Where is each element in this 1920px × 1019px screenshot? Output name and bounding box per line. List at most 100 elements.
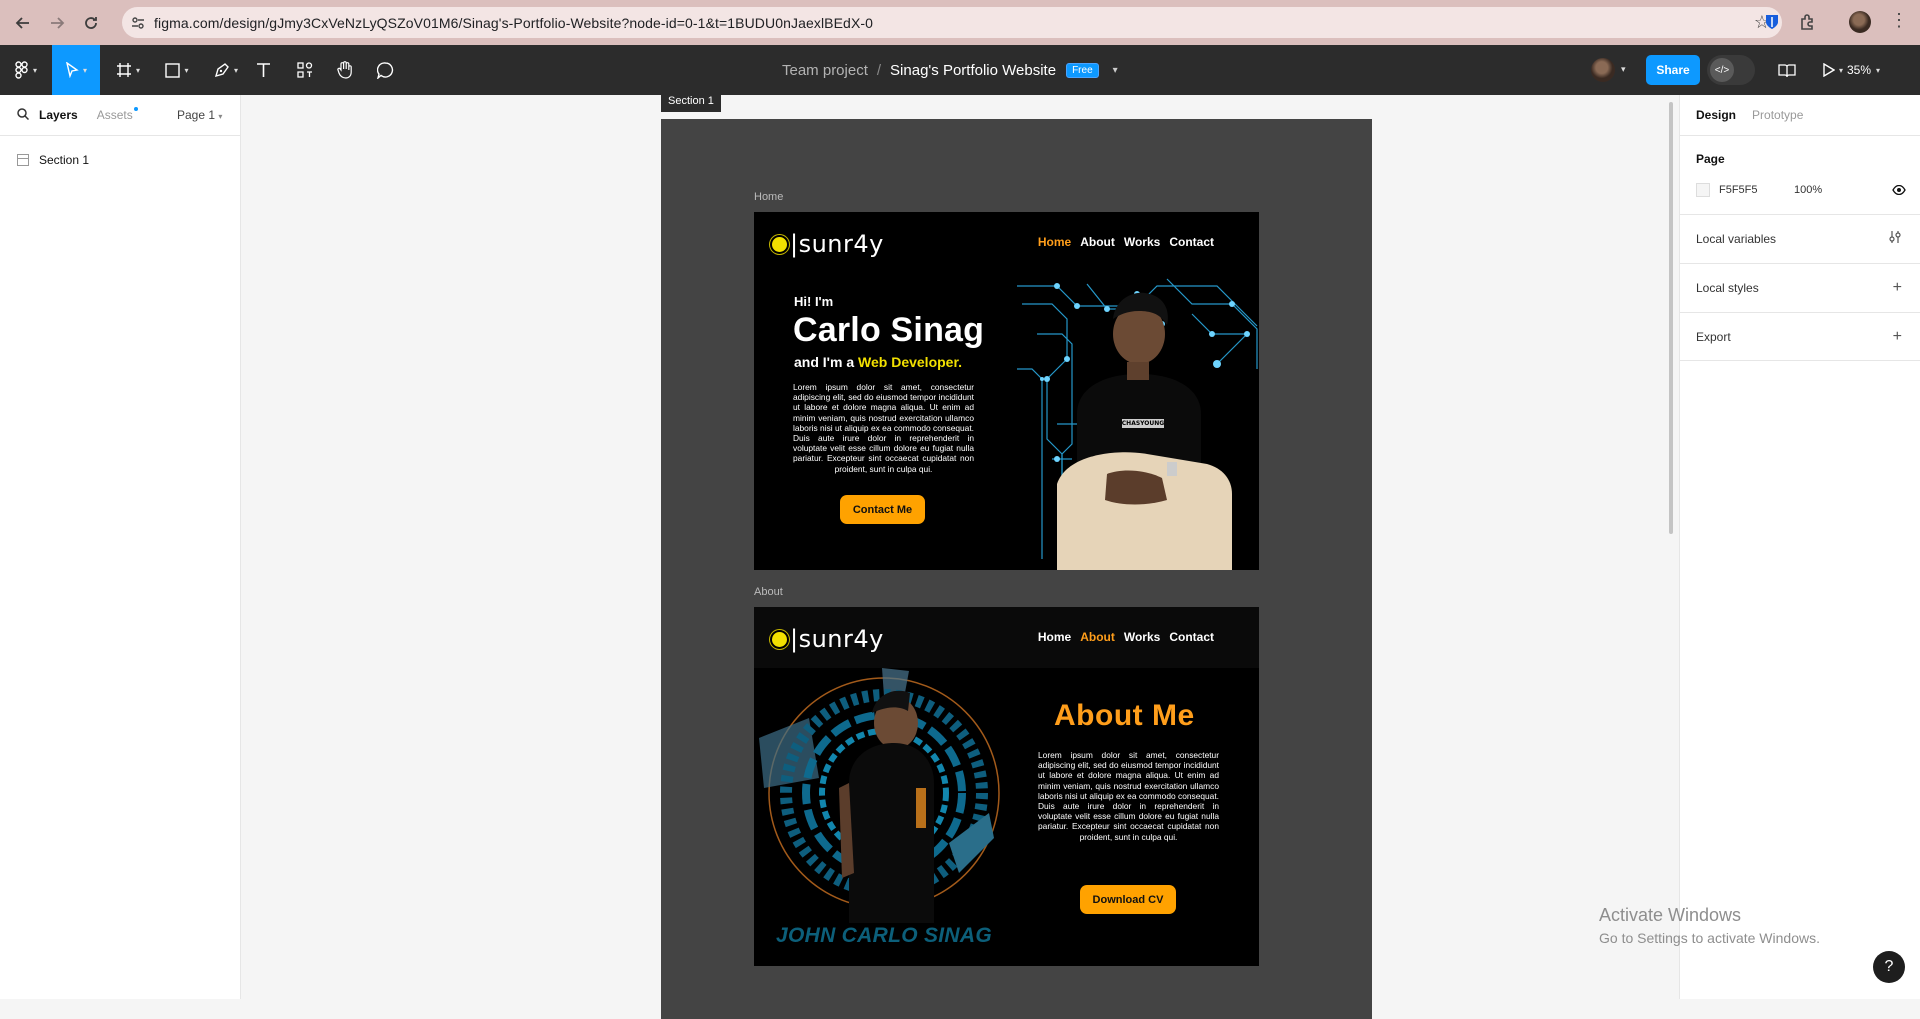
- eye-icon[interactable]: [1892, 183, 1906, 198]
- page-color-value[interactable]: F5F5F5: [1719, 184, 1758, 196]
- move-tool-icon[interactable]: ▾: [52, 45, 100, 95]
- about-title: About Me: [1054, 699, 1195, 732]
- tab-assets[interactable]: Assets: [96, 107, 138, 122]
- forward-arrow-icon[interactable]: [40, 6, 74, 40]
- contact-me-button: Contact Me: [840, 495, 925, 524]
- browser-menu-icon[interactable]: ⋮: [1890, 10, 1908, 31]
- frame-tool-icon[interactable]: ▾: [108, 45, 148, 95]
- local-styles-row[interactable]: Local styles +: [1680, 263, 1920, 312]
- site-nav-works: Works: [1123, 235, 1161, 249]
- layer-name: Section 1: [39, 153, 90, 167]
- export-row[interactable]: Export +: [1680, 312, 1920, 361]
- pen-tool-icon[interactable]: ▾: [206, 45, 246, 95]
- dev-mode-toggle[interactable]: </>: [1707, 55, 1755, 85]
- site-nav-works: Works: [1123, 630, 1161, 644]
- divider: [0, 135, 240, 136]
- frame-label-about[interactable]: About: [754, 586, 783, 598]
- avatar[interactable]: [1591, 58, 1615, 82]
- help-button[interactable]: ?: [1873, 951, 1905, 983]
- tab-assets-label: Assets: [96, 108, 133, 122]
- library-icon[interactable]: [1775, 45, 1799, 95]
- site-nav-contact: Contact: [1169, 630, 1214, 644]
- comment-icon[interactable]: [374, 45, 396, 95]
- section-icon: [17, 154, 29, 166]
- file-breadcrumb: Team project / Sinag's Portfolio Website…: [782, 45, 1118, 95]
- figma-toolbar: ▾ ▾ ▾ ▾ ▾ Team project / Sinag's Portfol…: [0, 45, 1920, 95]
- export-label: Export: [1696, 329, 1731, 344]
- about-body-text: Lorem ipsum dolor sit amet, consectetur …: [1038, 750, 1219, 842]
- layers-panel: Layers Assets Page 1 ▾ Section 1: [0, 95, 241, 999]
- site-nav-about: About: [1080, 235, 1115, 249]
- variables-icon[interactable]: [1888, 230, 1902, 249]
- plus-icon[interactable]: +: [1893, 279, 1902, 297]
- about-frame[interactable]: |sunr4y Home About Works Contact JOHN CA…: [754, 607, 1259, 966]
- tab-design[interactable]: Design: [1696, 108, 1736, 122]
- shape-tool-icon[interactable]: ▾: [158, 45, 196, 95]
- properties-panel: Design Prototype Page F5F5F5 100% Local …: [1679, 95, 1920, 999]
- plan-badge: Free: [1066, 62, 1099, 78]
- text-tool-icon[interactable]: [252, 45, 274, 95]
- url-text[interactable]: figma.com/design/gJmy3CxVeNzLyQSZoV01M6/…: [154, 15, 873, 31]
- browser-profile-avatar[interactable]: [1849, 11, 1871, 33]
- dev-mode-icon: </>: [1710, 58, 1734, 82]
- page-selector-label: Page 1: [177, 108, 216, 122]
- local-variables-row[interactable]: Local variables: [1680, 214, 1920, 263]
- chevron-down-icon[interactable]: ▾: [1113, 65, 1118, 76]
- color-swatch[interactable]: [1696, 183, 1710, 197]
- page-fill-row[interactable]: F5F5F5 100%: [1680, 174, 1920, 206]
- breadcrumb-separator: /: [876, 61, 882, 79]
- windows-activation-watermark: Activate Windows Go to Settings to activ…: [1599, 905, 1820, 946]
- resources-icon[interactable]: [294, 45, 316, 95]
- site-logo: |sunr4y: [772, 625, 884, 653]
- hand-tool-icon[interactable]: [334, 45, 356, 95]
- file-name[interactable]: Sinag's Portfolio Website: [890, 62, 1056, 79]
- site-info-icon[interactable]: [122, 16, 154, 30]
- about-banner-name: JOHN CARLO SINAG: [776, 924, 992, 947]
- logo-text: |sunr4y: [790, 230, 884, 258]
- hero-greeting: Hi! I'm: [794, 294, 834, 309]
- address-bar[interactable]: figma.com/design/gJmy3CxVeNzLyQSZoV01M6/…: [122, 7, 1782, 38]
- notification-dot: [133, 107, 138, 111]
- share-button[interactable]: Share: [1646, 55, 1700, 85]
- reload-icon[interactable]: [74, 6, 108, 40]
- chevron-down-icon: ▾: [218, 112, 223, 121]
- zoom-value: 35%: [1847, 63, 1872, 77]
- zoom-level[interactable]: 35% ▾: [1847, 45, 1880, 95]
- page-selector[interactable]: Page 1 ▾: [177, 108, 222, 122]
- sun-icon: [772, 631, 787, 647]
- site-nav-about: About: [1080, 630, 1115, 644]
- logo-text: |sunr4y: [790, 625, 884, 653]
- team-name[interactable]: Team project: [782, 62, 868, 79]
- hero-role-highlight: Web Developer.: [858, 354, 963, 370]
- hero-photo: CHASYOUNG: [1017, 274, 1259, 570]
- watermark-title: Activate Windows: [1599, 905, 1742, 925]
- search-icon[interactable]: [17, 107, 30, 123]
- present-icon[interactable]: ▾: [1818, 45, 1848, 95]
- tab-prototype[interactable]: Prototype: [1752, 108, 1803, 122]
- local-styles-label: Local styles: [1696, 281, 1759, 295]
- back-arrow-icon[interactable]: [6, 6, 40, 40]
- home-frame[interactable]: |sunr4y Home About Works Contact Hi! I'm…: [754, 212, 1259, 570]
- plus-icon[interactable]: +: [1893, 328, 1902, 346]
- site-navbar: |sunr4y Home About Works Contact: [754, 212, 1259, 274]
- canvas-scrollbar[interactable]: [1669, 102, 1673, 534]
- tab-layers[interactable]: Layers: [39, 108, 78, 122]
- chevron-down-icon[interactable]: ▾: [1621, 64, 1626, 75]
- extensions-icon[interactable]: [1798, 12, 1818, 32]
- bitwarden-icon[interactable]: [1762, 12, 1782, 32]
- hero-role: and I'm a Web Developer.: [794, 354, 962, 370]
- site-navbar: |sunr4y Home About Works Contact: [754, 607, 1259, 668]
- section-label[interactable]: Section 1: [661, 90, 721, 112]
- watermark-subtitle: Go to Settings to activate Windows.: [1599, 930, 1820, 946]
- page-section-title: Page: [1696, 152, 1725, 166]
- hero-role-prefix: and I'm a: [794, 354, 859, 370]
- frame-label-home[interactable]: Home: [754, 191, 783, 203]
- page-section: Page F5F5F5 100%: [1680, 135, 1920, 214]
- figma-menu-icon[interactable]: ▾: [10, 45, 42, 95]
- chevron-down-icon: ▾: [1876, 65, 1881, 75]
- site-nav-home: Home: [1037, 235, 1072, 249]
- local-variables-label: Local variables: [1696, 232, 1777, 246]
- page-opacity-value[interactable]: 100%: [1794, 184, 1822, 196]
- site-nav-contact: Contact: [1169, 235, 1214, 249]
- layer-item[interactable]: Section 1: [0, 144, 240, 176]
